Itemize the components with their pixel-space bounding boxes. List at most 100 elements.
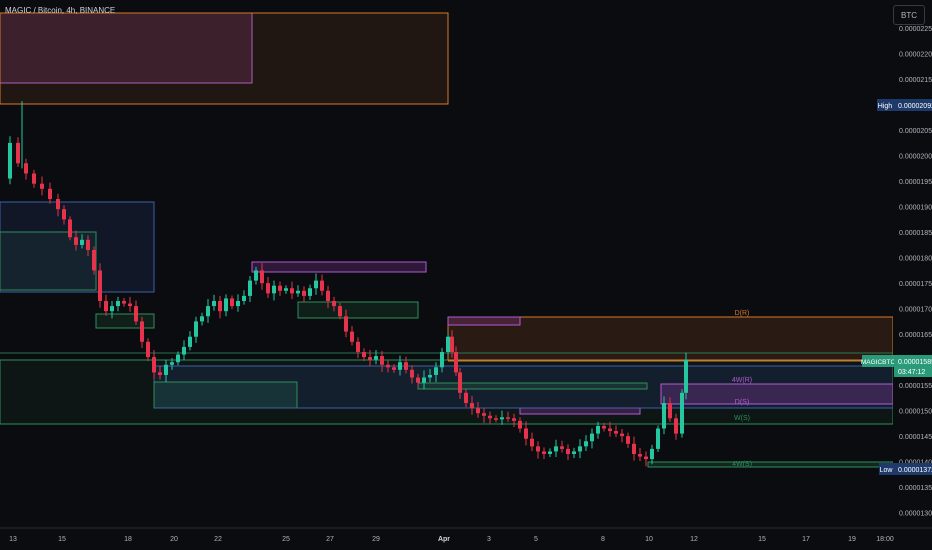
time-tick: 8 xyxy=(601,536,605,543)
candle-body xyxy=(170,362,174,365)
price-tick: 0.00001500 xyxy=(899,409,932,416)
candle-body xyxy=(182,346,186,355)
candle-body xyxy=(536,446,540,452)
price-chart[interactable]: D(R) 4W(R) D(S) W(S) 4W(S) 0.00002250 0.000022… xyxy=(0,0,932,550)
time-tick: 29 xyxy=(372,536,380,543)
level-label: 4W(R) xyxy=(732,377,752,384)
candle-body xyxy=(578,446,582,452)
candle-body xyxy=(212,301,216,307)
candle-body xyxy=(140,321,144,342)
candle-body xyxy=(314,280,318,289)
zone-top-orange xyxy=(0,12,449,105)
candle-body xyxy=(320,280,324,291)
time-tick: 22 xyxy=(214,536,222,543)
candle-body xyxy=(302,290,306,296)
price-tick: 0.00002250 xyxy=(899,26,932,33)
candle-body xyxy=(450,336,454,352)
candle-body xyxy=(278,285,282,291)
candle-body xyxy=(98,270,102,301)
time-tick: 12 xyxy=(690,536,698,543)
high-label: High xyxy=(878,103,893,110)
candle-body xyxy=(554,446,558,452)
candle-body xyxy=(488,415,492,419)
candle-body xyxy=(284,288,288,291)
candle-body xyxy=(158,372,162,375)
candle-body xyxy=(338,306,342,317)
time-tick: 18:00 xyxy=(876,536,894,543)
candle-body xyxy=(530,438,534,447)
candle-body xyxy=(110,306,114,312)
candle-body xyxy=(416,377,420,383)
candle-body xyxy=(344,316,348,332)
candle-body xyxy=(542,451,546,454)
candle-body xyxy=(548,451,552,454)
candle-body xyxy=(386,364,390,368)
candle-body xyxy=(572,451,576,454)
level-label: W(S) xyxy=(734,415,750,422)
zone-green-low xyxy=(153,381,298,409)
candle-body xyxy=(614,431,618,434)
candle-body xyxy=(74,237,78,245)
time-tick: Apr xyxy=(438,536,450,543)
price-tick: 0.00001800 xyxy=(899,256,932,263)
candle-body xyxy=(458,372,462,393)
candle-body xyxy=(590,433,594,442)
low-value: 0.00001372 xyxy=(898,467,932,474)
level-label: D(R) xyxy=(735,310,750,317)
candle-body xyxy=(92,250,96,271)
candle-body xyxy=(680,392,684,434)
candle-body xyxy=(134,306,138,322)
currency-button[interactable]: BTC xyxy=(893,5,925,25)
candle-body xyxy=(248,280,252,296)
candle-body xyxy=(356,341,360,352)
price-tick: 0.00002150 xyxy=(899,77,932,84)
candle-body xyxy=(146,341,150,358)
candle-body xyxy=(392,367,396,370)
candle-body xyxy=(620,433,624,437)
candle-body xyxy=(362,352,366,358)
candle-body xyxy=(650,448,654,460)
zone-violet-mid xyxy=(251,261,427,273)
candle-body xyxy=(32,173,36,184)
candle-body xyxy=(104,301,108,312)
candle-body xyxy=(296,290,300,294)
candle-body xyxy=(584,441,588,447)
candle-body xyxy=(236,301,240,307)
candle-body xyxy=(24,163,28,174)
price-tick: 0.00001950 xyxy=(899,179,932,186)
candle-body xyxy=(116,301,120,307)
high-value: 0.00002092 xyxy=(898,103,932,110)
candle-body xyxy=(194,321,198,337)
candle-body xyxy=(332,301,336,307)
candle-body xyxy=(560,446,564,449)
candle-body xyxy=(68,219,72,238)
candle-body xyxy=(626,436,630,444)
time-tick: 17 xyxy=(802,536,810,543)
candle-body xyxy=(374,356,378,360)
candle-body xyxy=(62,209,66,220)
candle-body xyxy=(434,367,438,375)
price-tick: 0.00001450 xyxy=(899,434,932,441)
candle-body xyxy=(506,417,510,419)
candle-body xyxy=(454,352,458,373)
candle-body xyxy=(48,188,52,199)
zone-small-green xyxy=(95,313,155,329)
price-tick: 0.00002200 xyxy=(899,52,932,59)
candle-body xyxy=(266,283,270,294)
level-label: D(S) xyxy=(735,399,749,406)
candle-body xyxy=(16,142,20,164)
time-tick: 15 xyxy=(758,536,766,543)
zone-violet-right xyxy=(660,383,894,405)
price-tick: 0.00001550 xyxy=(899,383,932,390)
candle-body xyxy=(410,369,414,378)
candle-body xyxy=(632,443,636,454)
candle-body xyxy=(464,392,468,403)
countdown: 03:47:12 xyxy=(898,369,925,376)
candle-body xyxy=(242,295,246,301)
candle-body xyxy=(446,336,450,352)
candle-body xyxy=(512,418,516,421)
time-tick: 20 xyxy=(170,536,178,543)
price-tick: 0.00001900 xyxy=(899,205,932,212)
candle-body xyxy=(128,303,132,307)
candle-body xyxy=(422,377,426,383)
